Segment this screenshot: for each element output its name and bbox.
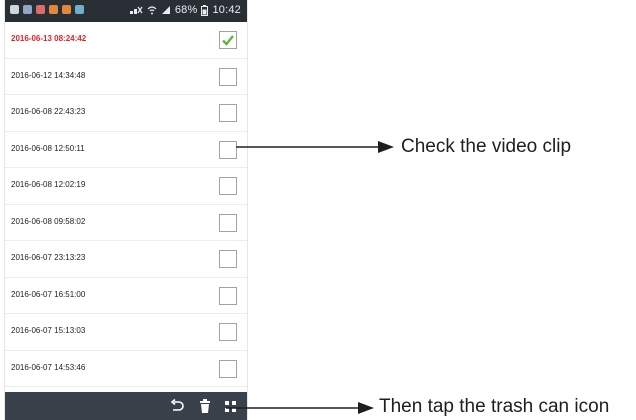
clip-checkbox[interactable] [219, 250, 237, 268]
clip-checkbox[interactable] [219, 323, 237, 341]
clip-checkbox[interactable] [219, 140, 237, 159]
wifi-icon [147, 6, 157, 15]
clip-timestamp: 2016-06-07 23:13:23 [11, 253, 86, 262]
notification-icon [36, 5, 45, 14]
clip-row[interactable]: 2016-06-08 12:02:19 [5, 168, 247, 205]
status-right: 68% 10:42 [129, 4, 241, 16]
cell-signal-icon [161, 6, 170, 14]
clip-checkbox[interactable] [219, 104, 237, 122]
check-arrow [236, 141, 394, 153]
phone-screen: 68% 10:42 2016-06-13 08:24:42 2016-06-12 … [4, 0, 248, 420]
notification-icon [75, 5, 84, 14]
notification-icon [23, 5, 32, 14]
clip-timestamp: 2016-06-08 22:43:23 [11, 107, 86, 116]
trash-icon[interactable] [197, 398, 213, 414]
clip-row[interactable]: 2016-06-07 23:13:23 [5, 241, 247, 278]
clip-timestamp: 2016-06-07 14:53:46 [11, 362, 86, 372]
clip-timestamp: 2016-06-07 15:13:03 [11, 326, 86, 335]
clip-timestamp: 2016-06-08 12:50:11 [11, 143, 85, 153]
back-icon[interactable] [169, 398, 185, 414]
clip-timestamp: 2016-06-13 08:24:42 [11, 34, 87, 43]
clip-checkbox[interactable] [219, 31, 237, 49]
clip-timestamp: 2016-06-12 14:34:48 [11, 70, 86, 80]
clip-row[interactable]: 2016-06-07 15:13:03 [5, 314, 247, 351]
notification-icon [62, 5, 71, 14]
clip-row[interactable]: 2016-06-08 09:58:02 [5, 205, 247, 241]
clip-row[interactable]: 2016-06-07 16:51:00 [5, 278, 247, 314]
clip-timestamp: 2016-06-07 16:51:00 [11, 289, 86, 299]
notification-icons [10, 5, 84, 14]
trash-arrow [226, 402, 374, 414]
clip-row[interactable]: 2016-06-08 22:43:23 [5, 95, 247, 132]
check-clip-instruction: Check the video clip [401, 136, 572, 157]
status-bar: 68% 10:42 [5, 0, 247, 22]
clip-checkbox[interactable] [219, 177, 237, 195]
bottom-toolbar [5, 392, 247, 420]
clip-row[interactable]: 2016-06-12 14:34:48 [5, 59, 247, 95]
checkmark-icon [222, 35, 234, 46]
clip-row[interactable]: 2016-06-13 08:24:42 [5, 22, 247, 59]
clip-checkbox[interactable] [219, 213, 237, 232]
battery-icon [201, 4, 209, 16]
notification-icon [10, 5, 19, 14]
signal-muted-icon [129, 6, 143, 14]
clip-timestamp: 2016-06-08 09:58:02 [11, 216, 86, 226]
clip-row[interactable]: 2016-06-08 12:50:11 [5, 132, 247, 168]
clip-checkbox[interactable] [219, 286, 237, 305]
clip-checkbox[interactable] [219, 67, 237, 86]
battery-percent: 68% [174, 4, 198, 16]
clock: 10:42 [212, 4, 241, 16]
clip-row[interactable]: 2016-06-07 14:53:46 [5, 351, 247, 387]
trash-instruction: Then tap the trash can icon [379, 396, 610, 417]
clip-timestamp: 2016-06-08 12:02:19 [11, 180, 86, 189]
notification-icon [49, 5, 58, 14]
clip-checkbox[interactable] [219, 359, 237, 378]
clip-list: 2016-06-13 08:24:42 2016-06-12 14:34:48 20… [5, 22, 247, 387]
